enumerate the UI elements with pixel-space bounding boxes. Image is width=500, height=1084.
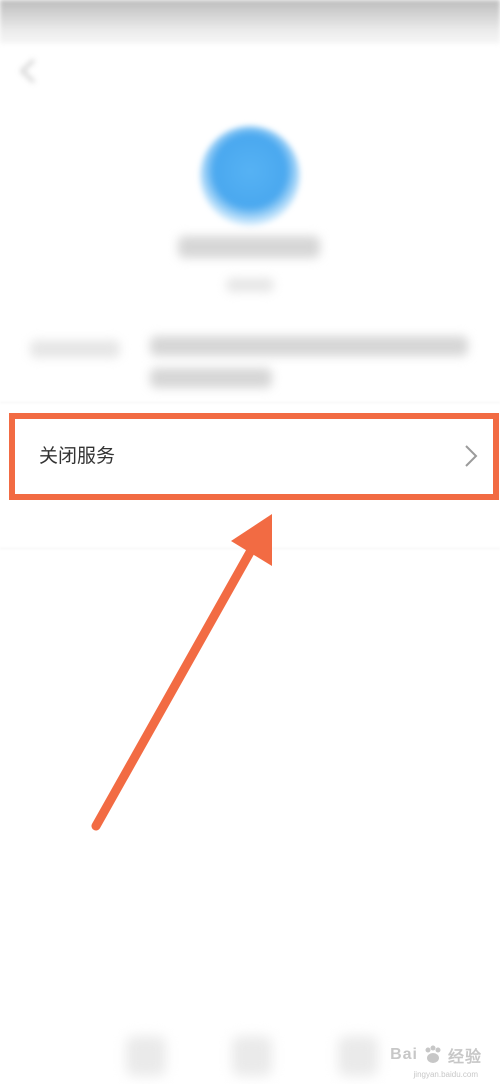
bottom-nav-icon[interactable] <box>232 1036 272 1076</box>
divider <box>0 548 500 549</box>
bottom-nav-icon[interactable] <box>338 1036 378 1076</box>
info-label-blurred <box>30 340 120 358</box>
close-service-row[interactable]: 关闭服务 <box>9 413 499 500</box>
app-logo-icon <box>200 126 300 226</box>
close-service-label: 关闭服务 <box>39 446 116 467</box>
watermark-brand: Bai <box>390 1046 418 1063</box>
info-value-line-2 <box>150 368 272 388</box>
status-bar <box>0 0 500 44</box>
watermark-url: jingyan.baidu.com <box>413 1070 478 1079</box>
divider <box>0 402 500 403</box>
chevron-right-icon <box>465 445 478 467</box>
watermark-brand-suffix: 经验 <box>447 1049 482 1066</box>
app-subtitle-blurred <box>226 278 274 292</box>
bottom-nav-icon[interactable] <box>126 1036 166 1076</box>
paw-icon <box>425 1045 441 1063</box>
baidu-watermark: Bai 经验 <box>390 1040 482 1070</box>
back-arrow-icon[interactable] <box>14 56 44 86</box>
app-name-blurred <box>178 236 320 258</box>
info-value-line-1 <box>150 336 468 356</box>
